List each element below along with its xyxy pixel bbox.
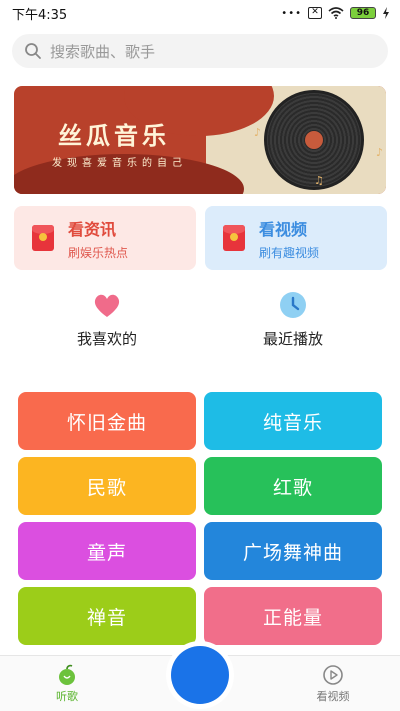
news-card[interactable]: 看资讯 刷娱乐热点: [14, 206, 196, 270]
promo-banner[interactable]: ♪ ♫ ♪ 丝瓜音乐 发现喜爱音乐的自己: [14, 86, 386, 194]
nav-video-tab[interactable]: 看视频: [293, 664, 373, 704]
red-envelope-icon: [32, 225, 54, 251]
category-button[interactable]: 红歌: [204, 457, 382, 515]
category-button[interactable]: 广场舞神曲: [204, 522, 382, 580]
nav-listen-label: 听歌: [56, 690, 78, 703]
news-card-title: 看资讯: [68, 219, 117, 239]
status-icons: ••• ✕ 96: [281, 7, 390, 19]
category-button[interactable]: 怀旧金曲: [18, 392, 196, 450]
banner-title: 丝瓜音乐: [58, 121, 170, 150]
recent-button[interactable]: 最近播放: [218, 290, 368, 349]
no-sim-icon: ✕: [308, 7, 322, 19]
more-dots-icon: •••: [281, 7, 302, 19]
music-fruit-icon: [59, 664, 75, 685]
video-card-subtitle: 刷有趣视频: [259, 245, 320, 260]
music-note-icon: ♫: [314, 174, 324, 187]
nav-listen-tab[interactable]: 听歌: [27, 664, 107, 704]
category-button[interactable]: 正能量: [204, 587, 382, 645]
clock-icon: [280, 292, 306, 318]
category-button[interactable]: 禅音: [18, 587, 196, 645]
search-icon: [25, 43, 41, 59]
charging-icon: [383, 7, 389, 19]
video-card[interactable]: 看视频 刷有趣视频: [205, 206, 387, 270]
search-placeholder: 搜索歌曲、歌手: [50, 42, 156, 61]
music-note-icon: ♪: [254, 126, 262, 139]
red-envelope-icon: [223, 225, 245, 251]
center-play-button[interactable]: [171, 646, 229, 704]
favorites-button[interactable]: 我喜欢的: [32, 290, 182, 349]
video-card-title: 看视频: [259, 219, 308, 239]
heart-icon: [94, 294, 120, 317]
status-time: 下午4:35: [12, 7, 68, 23]
nav-video-label: 看视频: [316, 690, 350, 703]
favorites-label: 我喜欢的: [76, 330, 137, 348]
category-button[interactable]: 童声: [18, 522, 196, 580]
music-note-icon: ♪: [376, 146, 384, 159]
news-card-subtitle: 刷娱乐热点: [68, 245, 129, 260]
category-button[interactable]: 民歌: [18, 457, 196, 515]
wifi-icon: [328, 7, 344, 19]
category-button[interactable]: 纯音乐: [204, 392, 382, 450]
banner-subtitle: 发现喜爱音乐的自己: [52, 158, 187, 169]
play-circle-icon: [323, 665, 343, 685]
recent-label: 最近播放: [262, 330, 323, 348]
search-bar[interactable]: 搜索歌曲、歌手: [12, 34, 388, 68]
battery-icon: 96: [350, 7, 376, 19]
status-bar: 下午4:35 ••• ✕ 96: [0, 0, 400, 26]
